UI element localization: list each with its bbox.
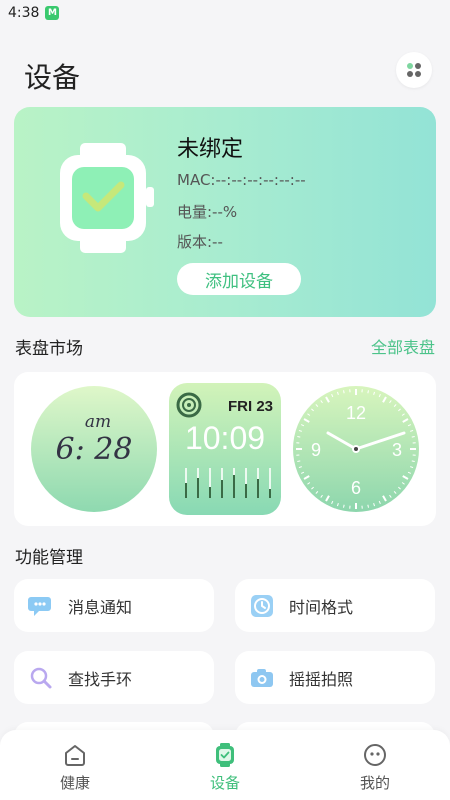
camera-icon [249,665,275,691]
status-bar: 4:38 M [0,0,450,26]
device-card[interactable]: 未绑定 MAC:--:--:--:--:--:-- 电量:--% 版本:-- 添… [14,107,436,317]
function-label: 时间格式 [289,597,354,617]
face-1-ampm: am [85,412,111,432]
face-2-time: 10:09 [185,420,265,456]
face-3-num-9: 9 [311,440,321,460]
face-icon [364,744,386,766]
dots-grid-icon [407,63,421,77]
nav-tab-device[interactable]: 设备 [185,742,265,793]
face-3-num-6: 6 [351,478,361,498]
add-device-button[interactable]: 添加设备 [177,263,301,295]
watch-face-1-graphic: am 6: 28 [31,386,157,512]
all-faces-link[interactable]: 全部表盘 [371,334,435,358]
market-title: 表盘市场 [15,339,83,359]
face-3-num-3: 3 [392,440,402,460]
function-time-format[interactable]: 时间格式 [235,579,435,632]
face-3-tick [367,390,369,394]
nav-label: 我的 [359,774,390,792]
device-version: 版本:-- [177,233,223,251]
home-icon [65,745,85,766]
device-mac: MAC:--:--:--:--:--:-- [177,171,306,189]
functions-title: 功能管理 [15,548,83,568]
face-3-num-12: 12 [346,403,366,423]
face-2-date: FRI 23 [228,398,273,415]
bottom-nav: 健康 设备 我的 [0,730,450,800]
function-find-band[interactable]: 查找手环 [14,651,214,704]
message-icon [28,593,54,619]
face-1-time: 6: 28 [56,432,133,467]
nav-tab-health[interactable]: 健康 [35,742,115,793]
function-label: 摇摇拍照 [289,669,354,689]
function-shake-photo[interactable]: 摇摇拍照 [235,651,435,704]
face-3-tick [411,460,415,462]
watch-face-digital-activity[interactable]: FRI 23 10:09 [169,383,281,515]
page-title: 设备 [24,61,81,94]
nav-label: 健康 [59,774,90,792]
status-time: 4:38 [8,5,40,21]
clock-icon [249,593,275,619]
function-label: 消息通知 [68,597,133,617]
face-3-tick [367,504,369,508]
watch-face-digital-handwritten[interactable]: am 6: 28 [30,385,158,513]
watch-face-3-graphic: 12 3 6 9 [293,386,419,512]
face-3-tick [343,390,345,394]
function-label: 查找手环 [68,669,133,689]
app-notification-icon: M [45,6,60,20]
device-battery: 电量:--% [177,203,238,221]
watch-icon [60,143,154,253]
nav-label: 设备 [209,774,240,792]
face-3-tick [297,436,301,438]
watch-icon [216,743,234,767]
watch-face-2-graphic: FRI 23 10:09 [169,383,281,515]
watch-face-analog[interactable]: 12 3 6 9 [292,385,420,513]
face-3-tick [297,460,301,462]
nav-tab-mine[interactable]: 我的 [335,742,415,793]
face-3-tick [343,504,345,508]
function-message-notification[interactable]: 消息通知 [14,579,214,632]
search-icon [28,665,54,691]
device-name: 未绑定 [177,137,244,162]
face-3-tick [411,436,415,438]
more-menu-button[interactable] [396,52,432,88]
watch-face-list: am 6: 28 FRI 23 10:09 12 3 6 9 [14,372,436,526]
